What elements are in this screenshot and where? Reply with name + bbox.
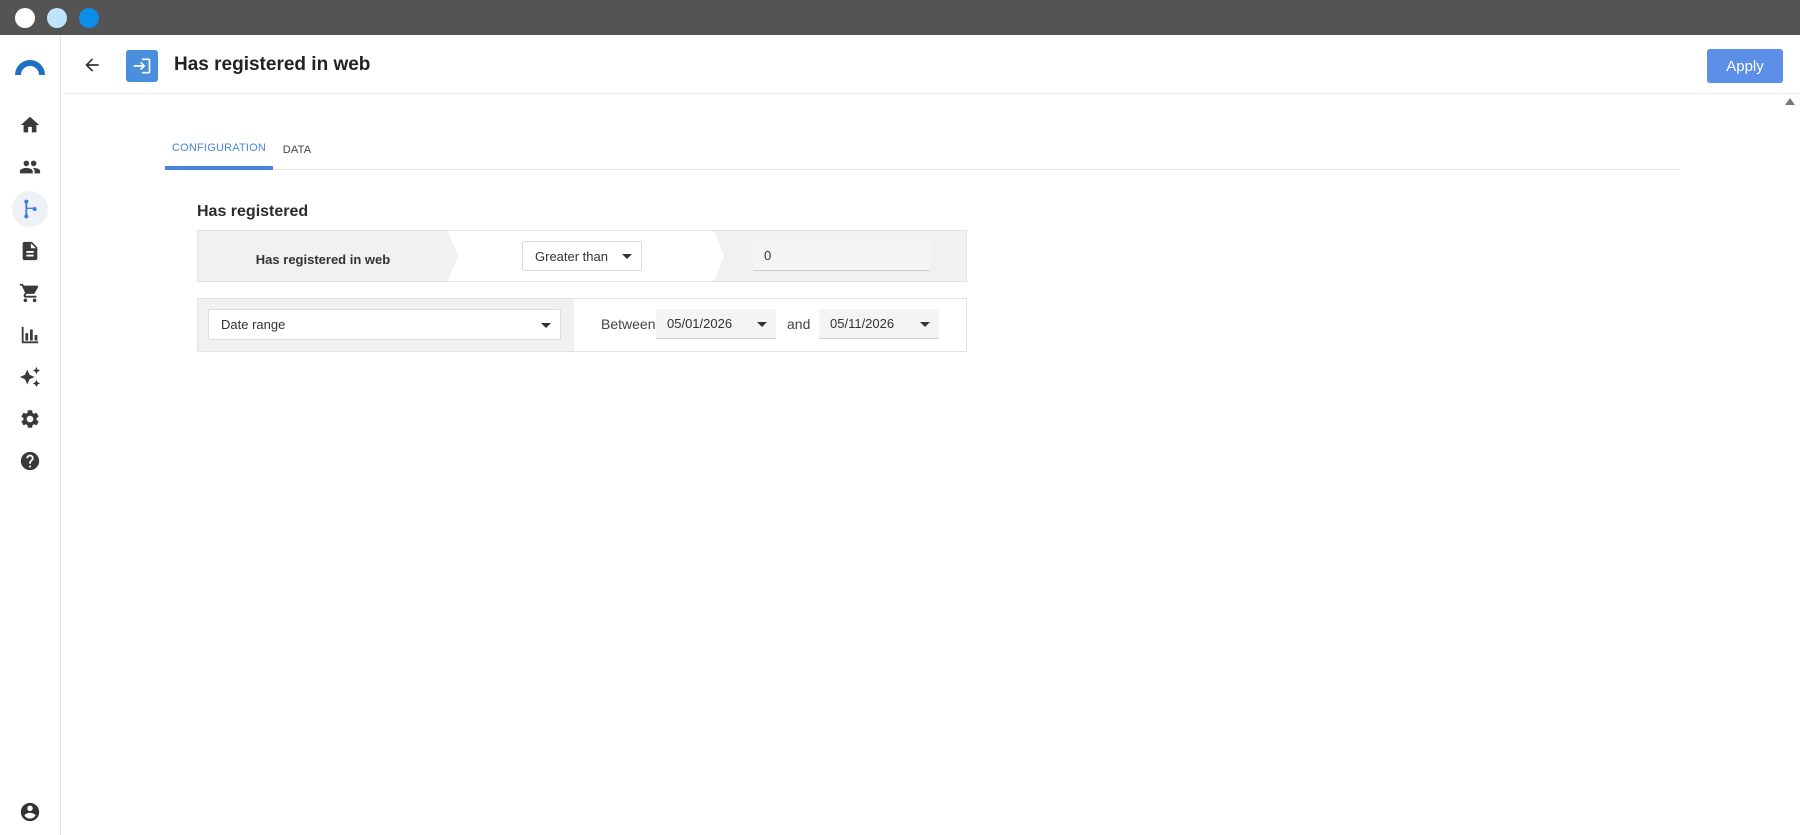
help-icon — [20, 451, 40, 471]
document-icon — [22, 241, 38, 261]
date-filter-row: Date range Between 05/01/2026 and 05/11/… — [197, 298, 967, 352]
window-minimize-button[interactable] — [47, 8, 67, 28]
operator-value: Greater than — [535, 248, 608, 264]
sidebar-item-people[interactable] — [12, 149, 48, 185]
window-maximize-button[interactable] — [79, 8, 99, 28]
apply-button[interactable]: Apply — [1707, 49, 1783, 83]
sidebar — [0, 35, 61, 835]
date-range-select[interactable]: Date range — [208, 309, 561, 340]
condition-name: Has registered in web — [255, 251, 391, 267]
sidebar-item-settings[interactable] — [12, 401, 48, 437]
people-icon — [19, 160, 41, 174]
window-close-button[interactable] — [15, 8, 35, 28]
account-button[interactable] — [19, 801, 41, 823]
operator-select[interactable]: Greater than — [522, 241, 642, 271]
sidebar-item-home[interactable] — [12, 107, 48, 143]
sidebar-item-ai[interactable] — [12, 359, 48, 395]
between-label: Between — [601, 316, 656, 332]
account-icon — [20, 802, 40, 822]
condition-value-input[interactable] — [753, 241, 930, 271]
journey-icon — [24, 199, 37, 219]
login-icon — [133, 58, 151, 74]
sidebar-item-analytics[interactable] — [12, 317, 48, 353]
page-title: Has registered in web — [174, 54, 371, 75]
tab-bar: CONFIGURATION DATA — [165, 130, 1680, 170]
and-label: and — [787, 316, 811, 332]
sidebar-item-journeys[interactable] — [12, 191, 48, 227]
back-button[interactable] — [79, 52, 105, 78]
chevron-down-icon — [622, 254, 632, 259]
date-from-select[interactable]: 05/01/2026 — [656, 309, 776, 339]
date-to-value: 05/11/2026 — [830, 316, 895, 331]
cart-icon — [19, 283, 39, 303]
window-titlebar — [0, 0, 1800, 35]
date-to-select[interactable]: 05/11/2026 — [819, 309, 939, 339]
chevron-down-icon — [541, 322, 551, 328]
tab-configuration[interactable]: CONFIGURATION — [165, 130, 273, 170]
segment-divider — [714, 231, 724, 281]
arrow-left-icon — [85, 58, 99, 72]
condition-row: Has registered in web Greater than — [197, 230, 967, 282]
home-icon — [20, 116, 40, 133]
chevron-down-icon — [920, 321, 930, 327]
tab-data[interactable]: DATA — [273, 130, 321, 170]
scroll-up-arrow[interactable] — [1785, 98, 1795, 105]
date-from-value: 05/01/2026 — [667, 316, 733, 331]
page-header: Has registered in web Apply — [61, 35, 1800, 94]
date-range-value: Date range — [221, 317, 286, 332]
section-title: Has registered — [197, 203, 309, 220]
sidebar-item-help[interactable] — [12, 443, 48, 479]
sidebar-item-cart[interactable] — [12, 275, 48, 311]
bar-chart-icon — [21, 326, 39, 344]
gear-icon — [21, 410, 39, 428]
segment-divider — [448, 231, 458, 281]
sparkle-icon — [19, 366, 41, 388]
app-logo[interactable] — [13, 57, 47, 75]
chevron-down-icon — [757, 321, 767, 327]
page-type-badge — [126, 50, 158, 82]
sidebar-item-documents[interactable] — [12, 233, 48, 269]
